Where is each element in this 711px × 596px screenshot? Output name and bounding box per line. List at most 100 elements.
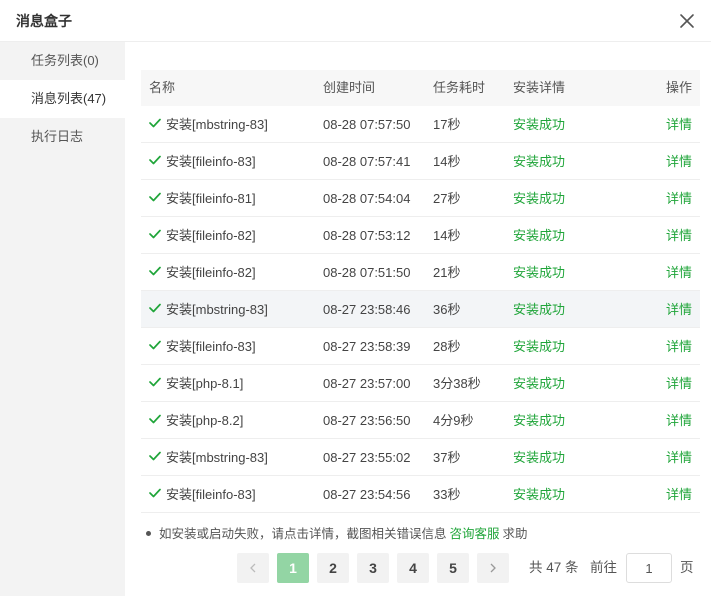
details-link[interactable]: 详情: [666, 254, 692, 291]
task-duration: 3分38秒: [433, 376, 481, 391]
check-icon: [149, 340, 161, 350]
created-time: 08-28 07:54:04: [323, 191, 411, 206]
column-header-created: 创建时间: [323, 80, 376, 95]
task-name: 安装[mbstring-83]: [166, 450, 268, 465]
task-name: 安装[php-8.1]: [166, 376, 244, 391]
page-button-4[interactable]: 4: [397, 553, 429, 583]
details-link[interactable]: 详情: [666, 217, 692, 254]
page-button-3[interactable]: 3: [357, 553, 389, 583]
details-link[interactable]: 详情: [666, 476, 692, 513]
created-time: 08-28 07:57:50: [323, 117, 411, 132]
created-time: 08-27 23:54:56: [323, 487, 411, 502]
check-icon: [149, 118, 161, 128]
created-time: 08-28 07:57:41: [323, 154, 411, 169]
install-status: 安装成功: [513, 265, 566, 280]
details-link[interactable]: 详情: [666, 328, 692, 365]
task-duration: 14秒: [433, 154, 461, 169]
task-name: 安装[fileinfo-82]: [166, 228, 256, 243]
contact-support-link[interactable]: 咨询客服: [450, 527, 500, 541]
sidebar-item-task-list[interactable]: 任务列表(0): [0, 42, 125, 80]
pagination: 1 2 3 4 5 共 47 条 前往 页: [125, 553, 711, 583]
task-duration: 4分9秒: [433, 413, 474, 428]
column-header-action: 操作: [665, 80, 692, 95]
bullet-dot: [146, 531, 151, 537]
details-link[interactable]: 详情: [666, 180, 692, 217]
table-row: 安装[mbstring-83] 08-28 07:57:50 17秒 安装成功 详情: [141, 106, 700, 143]
table-row: 安装[php-8.1] 08-27 23:57:00 3分38秒 安装成功 详情: [141, 365, 700, 402]
install-status: 安装成功: [513, 117, 566, 132]
details-link[interactable]: 详情: [666, 365, 692, 402]
sidebar-item-message-list[interactable]: 消息列表(47): [0, 80, 125, 118]
tip-suffix: 求助: [502, 527, 528, 541]
install-status: 安装成功: [513, 154, 566, 169]
task-duration: 14秒: [433, 228, 461, 243]
table-row: 安装[fileinfo-83] 08-28 07:57:41 14秒 安装成功 详情: [141, 143, 700, 180]
install-status: 安装成功: [513, 191, 566, 206]
page-suffix: 页: [680, 560, 694, 575]
goto-page-input[interactable]: [626, 553, 672, 583]
check-icon: [149, 414, 161, 424]
check-icon: [149, 451, 161, 461]
task-name: 安装[fileinfo-83]: [166, 154, 256, 169]
message-box-dialog: 消息盒子 任务列表(0) 消息列表(47) 执行日志 名称 创建时间 任务耗时 …: [0, 0, 711, 596]
column-header-name: 名称: [149, 80, 176, 95]
task-name: 安装[fileinfo-83]: [166, 487, 256, 502]
sidebar: 任务列表(0) 消息列表(47) 执行日志: [0, 42, 125, 596]
install-status: 安装成功: [513, 302, 566, 317]
page-button-2[interactable]: 2: [317, 553, 349, 583]
task-duration: 33秒: [433, 487, 461, 502]
table-row: 安装[fileinfo-81] 08-28 07:54:04 27秒 安装成功 详情: [141, 180, 700, 217]
sidebar-item-execution-log[interactable]: 执行日志: [0, 118, 125, 156]
goto-label: 前往: [590, 560, 617, 575]
install-status: 安装成功: [513, 450, 566, 465]
task-name: 安装[fileinfo-83]: [166, 339, 256, 354]
dialog-title: 消息盒子: [16, 13, 72, 29]
install-status: 安装成功: [513, 487, 566, 502]
details-link[interactable]: 详情: [666, 402, 692, 439]
install-status: 安装成功: [513, 413, 566, 428]
check-icon: [149, 155, 161, 165]
created-time: 08-27 23:55:02: [323, 450, 411, 465]
message-table: 名称 创建时间 任务耗时 安装详情 操作 安装[mbstring-83] 08-2…: [141, 70, 700, 513]
page-button-1[interactable]: 1: [277, 553, 309, 583]
task-name: 安装[mbstring-83]: [166, 302, 268, 317]
task-duration: 21秒: [433, 265, 461, 280]
task-duration: 17秒: [433, 117, 461, 132]
page-button-5[interactable]: 5: [437, 553, 469, 583]
column-header-detail: 安装详情: [513, 80, 566, 95]
table-body: 安装[mbstring-83] 08-28 07:57:50 17秒 安装成功 详情 安装…: [141, 106, 700, 513]
table-row: 安装[fileinfo-82] 08-28 07:53:12 14秒 安装成功 详情: [141, 217, 700, 254]
column-header-duration: 任务耗时: [433, 80, 486, 95]
created-time: 08-27 23:58:46: [323, 302, 411, 317]
details-link[interactable]: 详情: [666, 291, 692, 328]
task-name: 安装[fileinfo-82]: [166, 265, 256, 280]
details-link[interactable]: 详情: [666, 439, 692, 476]
table-row: 安装[php-8.2] 08-27 23:56:50 4分9秒 安装成功 详情: [141, 402, 700, 439]
main-panel: 名称 创建时间 任务耗时 安装详情 操作 安装[mbstring-83] 08-2…: [125, 42, 711, 596]
task-duration: 27秒: [433, 191, 461, 206]
task-name: 安装[fileinfo-81]: [166, 191, 256, 206]
task-name: 安装[php-8.2]: [166, 413, 244, 428]
dialog-header: 消息盒子: [0, 0, 711, 42]
details-link[interactable]: 详情: [666, 106, 692, 143]
created-time: 08-27 23:57:00: [323, 376, 411, 391]
details-link[interactable]: 详情: [666, 143, 692, 180]
check-icon: [149, 192, 161, 202]
check-icon: [149, 488, 161, 498]
task-duration: 28秒: [433, 339, 461, 354]
table-row: 安装[mbstring-83] 08-27 23:55:02 37秒 安装成功 详情: [141, 439, 700, 476]
created-time: 08-28 07:53:12: [323, 228, 411, 243]
check-icon: [149, 266, 161, 276]
table-row: 安装[fileinfo-83] 08-27 23:58:39 28秒 安装成功 详情: [141, 328, 700, 365]
created-time: 08-28 07:51:50: [323, 265, 411, 280]
install-status: 安装成功: [513, 228, 566, 243]
check-icon: [149, 229, 161, 239]
chevron-left-icon[interactable]: [237, 553, 269, 583]
total-count: 共 47 条: [529, 560, 579, 575]
task-duration: 37秒: [433, 450, 461, 465]
install-status: 安装成功: [513, 376, 566, 391]
close-icon[interactable]: [673, 7, 701, 35]
table-row: 安装[fileinfo-82] 08-28 07:51:50 21秒 安装成功 详情: [141, 254, 700, 291]
chevron-right-icon[interactable]: [477, 553, 509, 583]
created-time: 08-27 23:56:50: [323, 413, 411, 428]
